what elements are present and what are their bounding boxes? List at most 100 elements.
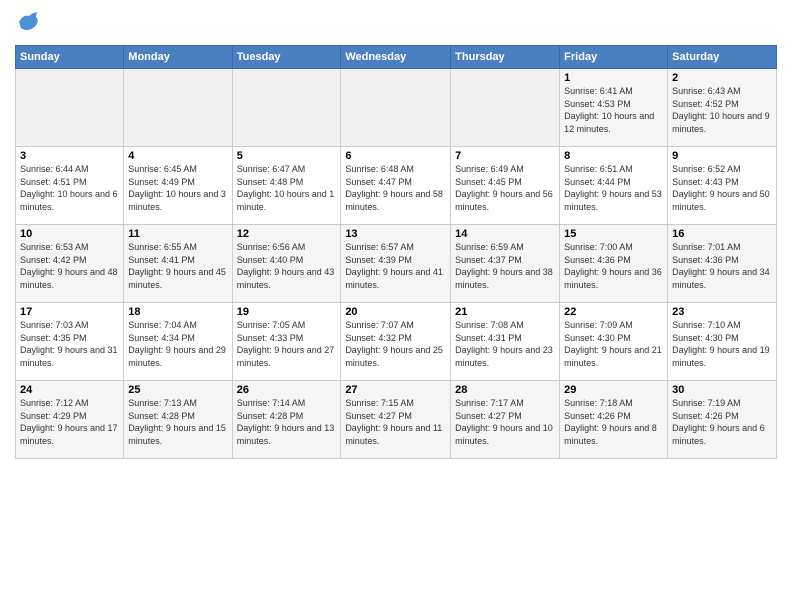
page-header: [15, 10, 777, 37]
page-container: SundayMondayTuesdayWednesdayThursdayFrid…: [0, 0, 792, 469]
day-number: 1: [564, 72, 663, 84]
calendar-cell: 15 Sunrise: 7:00 AMSunset: 4:36 PMDayligh…: [560, 225, 668, 303]
day-info: Sunrise: 6:55 AMSunset: 4:41 PMDaylight:…: [128, 242, 226, 290]
calendar-cell: 30 Sunrise: 7:19 AMSunset: 4:26 PMDayligh…: [668, 381, 777, 459]
calendar-cell: 26Sunrise: 7:14 AMSunset: 4:28 PMDayligh…: [232, 381, 341, 459]
day-info: Sunrise: 6:56 AMSunset: 4:40 PMDaylight:…: [237, 242, 335, 290]
day-info: Sunrise: 6:53 AMSunset: 4:42 PMDaylight:…: [20, 242, 118, 290]
calendar-cell: 13Sunrise: 6:57 AMSunset: 4:39 PMDayligh…: [341, 225, 451, 303]
weekday-sunday: Sunday: [16, 46, 124, 69]
calendar-cell: 4 Sunrise: 6:45 AMSunset: 4:49 PMDaylight…: [124, 147, 232, 225]
calendar-cell: 18 Sunrise: 7:04 AMSunset: 4:34 PMDayligh…: [124, 303, 232, 381]
day-number: 22: [564, 306, 663, 318]
day-info: Sunrise: 7:01 AMSunset: 4:36 PMDaylight:…: [672, 242, 770, 290]
day-info: Sunrise: 6:43 AMSunset: 4:52 PMDaylight:…: [672, 86, 770, 134]
calendar-cell: [124, 69, 232, 147]
day-number: 18: [128, 306, 227, 318]
day-number: 24: [20, 384, 119, 396]
weekday-tuesday: Tuesday: [232, 46, 341, 69]
calendar-table: SundayMondayTuesdayWednesdayThursdayFrid…: [15, 45, 777, 459]
calendar-cell: 29 Sunrise: 7:18 AMSunset: 4:26 PMDayligh…: [560, 381, 668, 459]
calendar-cell: [16, 69, 124, 147]
day-number: 9: [672, 150, 772, 162]
day-number: 3: [20, 150, 119, 162]
week-row-3: 10 Sunrise: 6:53 AMSunset: 4:42 PMDayligh…: [16, 225, 777, 303]
calendar-cell: 2 Sunrise: 6:43 AMSunset: 4:52 PMDaylight…: [668, 69, 777, 147]
day-number: 11: [128, 228, 227, 240]
day-number: 29: [564, 384, 663, 396]
calendar-cell: [232, 69, 341, 147]
calendar-cell: 9 Sunrise: 6:52 AMSunset: 4:43 PMDaylight…: [668, 147, 777, 225]
day-number: 7: [455, 150, 555, 162]
calendar-cell: 6 Sunrise: 6:48 AMSunset: 4:47 PMDaylight…: [341, 147, 451, 225]
day-info: Sunrise: 6:45 AMSunset: 4:49 PMDaylight:…: [128, 164, 226, 212]
calendar-cell: 5 Sunrise: 6:47 AMSunset: 4:48 PMDaylight…: [232, 147, 341, 225]
day-info: Sunrise: 7:08 AMSunset: 4:31 PMDaylight:…: [455, 320, 553, 368]
day-number: 30: [672, 384, 772, 396]
weekday-monday: Monday: [124, 46, 232, 69]
logo-icon: [17, 10, 39, 32]
day-number: 25: [128, 384, 227, 396]
day-number: 14: [455, 228, 555, 240]
day-number: 5: [237, 150, 337, 162]
calendar-cell: 7Sunrise: 6:49 AMSunset: 4:45 PMDaylight…: [451, 147, 560, 225]
day-info: Sunrise: 7:12 AMSunset: 4:29 PMDaylight:…: [20, 398, 118, 446]
day-info: Sunrise: 6:44 AMSunset: 4:51 PMDaylight:…: [20, 164, 118, 212]
calendar-cell: 24 Sunrise: 7:12 AMSunset: 4:29 PMDayligh…: [16, 381, 124, 459]
calendar-cell: 1 Sunrise: 6:41 AMSunset: 4:53 PMDaylight…: [560, 69, 668, 147]
day-number: 20: [345, 306, 446, 318]
day-number: 8: [564, 150, 663, 162]
day-info: Sunrise: 7:05 AMSunset: 4:33 PMDaylight:…: [237, 320, 335, 368]
day-info: Sunrise: 6:48 AMSunset: 4:47 PMDaylight:…: [345, 164, 443, 212]
day-number: 12: [237, 228, 337, 240]
calendar-cell: 17 Sunrise: 7:03 AMSunset: 4:35 PMDayligh…: [16, 303, 124, 381]
calendar-cell: 16 Sunrise: 7:01 AMSunset: 4:36 PMDayligh…: [668, 225, 777, 303]
week-row-5: 24 Sunrise: 7:12 AMSunset: 4:29 PMDayligh…: [16, 381, 777, 459]
weekday-friday: Friday: [560, 46, 668, 69]
calendar-cell: 11 Sunrise: 6:55 AMSunset: 4:41 PMDayligh…: [124, 225, 232, 303]
day-number: 15: [564, 228, 663, 240]
calendar-cell: 10 Sunrise: 6:53 AMSunset: 4:42 PMDayligh…: [16, 225, 124, 303]
day-info: Sunrise: 6:51 AMSunset: 4:44 PMDaylight:…: [564, 164, 662, 212]
day-info: Sunrise: 7:13 AMSunset: 4:28 PMDaylight:…: [128, 398, 226, 446]
day-number: 17: [20, 306, 119, 318]
day-info: Sunrise: 7:15 AMSunset: 4:27 PMDaylight:…: [345, 398, 442, 446]
week-row-1: 1 Sunrise: 6:41 AMSunset: 4:53 PMDaylight…: [16, 69, 777, 147]
day-number: 19: [237, 306, 337, 318]
day-info: Sunrise: 7:19 AMSunset: 4:26 PMDaylight:…: [672, 398, 765, 446]
day-info: Sunrise: 6:47 AMSunset: 4:48 PMDaylight:…: [237, 164, 335, 212]
day-info: Sunrise: 7:18 AMSunset: 4:26 PMDaylight:…: [564, 398, 657, 446]
day-info: Sunrise: 6:59 AMSunset: 4:37 PMDaylight:…: [455, 242, 553, 290]
calendar-cell: [341, 69, 451, 147]
day-number: 10: [20, 228, 119, 240]
day-number: 21: [455, 306, 555, 318]
day-info: Sunrise: 7:17 AMSunset: 4:27 PMDaylight:…: [455, 398, 553, 446]
week-row-2: 3 Sunrise: 6:44 AMSunset: 4:51 PMDaylight…: [16, 147, 777, 225]
weekday-saturday: Saturday: [668, 46, 777, 69]
day-info: Sunrise: 7:10 AMSunset: 4:30 PMDaylight:…: [672, 320, 770, 368]
week-row-4: 17 Sunrise: 7:03 AMSunset: 4:35 PMDayligh…: [16, 303, 777, 381]
day-number: 28: [455, 384, 555, 396]
day-number: 4: [128, 150, 227, 162]
calendar-cell: 25 Sunrise: 7:13 AMSunset: 4:28 PMDayligh…: [124, 381, 232, 459]
day-info: Sunrise: 7:07 AMSunset: 4:32 PMDaylight:…: [345, 320, 443, 368]
day-number: 16: [672, 228, 772, 240]
calendar-cell: 22Sunrise: 7:09 AMSunset: 4:30 PMDayligh…: [560, 303, 668, 381]
day-info: Sunrise: 7:03 AMSunset: 4:35 PMDaylight:…: [20, 320, 118, 368]
day-info: Sunrise: 7:00 AMSunset: 4:36 PMDaylight:…: [564, 242, 662, 290]
day-number: 13: [345, 228, 446, 240]
calendar-cell: 23 Sunrise: 7:10 AMSunset: 4:30 PMDayligh…: [668, 303, 777, 381]
day-info: Sunrise: 6:41 AMSunset: 4:53 PMDaylight:…: [564, 86, 654, 134]
calendar-cell: 28 Sunrise: 7:17 AMSunset: 4:27 PMDayligh…: [451, 381, 560, 459]
calendar-cell: [451, 69, 560, 147]
day-info: Sunrise: 7:14 AMSunset: 4:28 PMDaylight:…: [237, 398, 335, 446]
weekday-thursday: Thursday: [451, 46, 560, 69]
logo-text: [15, 10, 39, 37]
calendar-cell: 19 Sunrise: 7:05 AMSunset: 4:33 PMDayligh…: [232, 303, 341, 381]
day-number: 27: [345, 384, 446, 396]
day-info: Sunrise: 6:52 AMSunset: 4:43 PMDaylight:…: [672, 164, 770, 212]
day-number: 2: [672, 72, 772, 84]
day-number: 6: [345, 150, 446, 162]
day-number: 23: [672, 306, 772, 318]
day-info: Sunrise: 7:04 AMSunset: 4:34 PMDaylight:…: [128, 320, 226, 368]
